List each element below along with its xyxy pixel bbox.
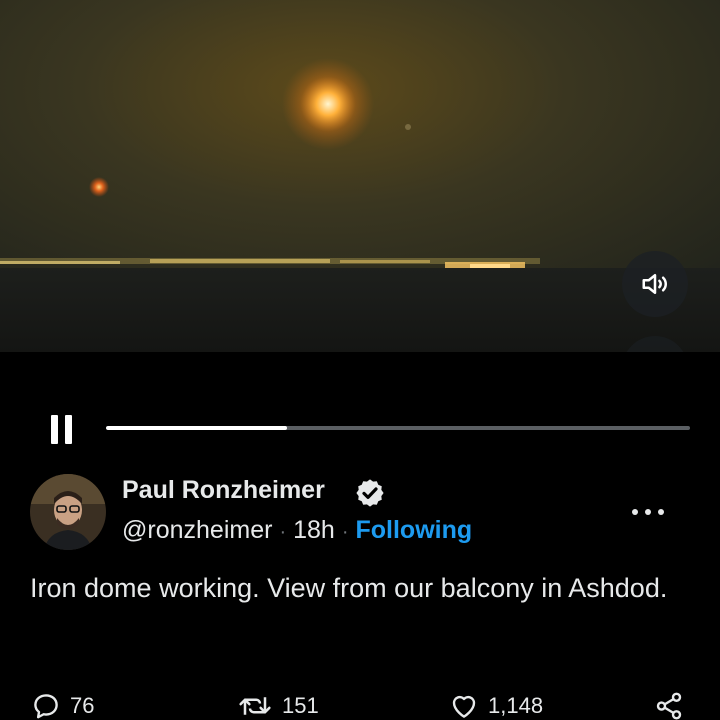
- retweet-icon: [239, 697, 271, 715]
- tweet-detail-screen: cc Paul Ronzheimer @ronzheimer · 1: [0, 0, 720, 720]
- tweet-text: Iron dome working. View from our balcony…: [30, 573, 668, 603]
- like-count: 1,148: [488, 693, 544, 718]
- distant-flare: [89, 177, 109, 197]
- speaker-icon: [642, 274, 667, 294]
- video-progress-fill: [106, 426, 288, 430]
- meta-separator: ·: [279, 521, 287, 543]
- reply-icon: [34, 694, 58, 719]
- volume-button[interactable]: [622, 251, 688, 317]
- interceptor-flare: [282, 58, 374, 150]
- video-frame: [0, 0, 720, 352]
- pause-icon: [51, 415, 58, 444]
- share-button[interactable]: [652, 690, 686, 720]
- share-icon: [656, 692, 682, 720]
- reply-button[interactable]: 76: [30, 690, 94, 720]
- reply-count: 76: [70, 693, 95, 718]
- video-progress-bar[interactable]: [106, 426, 690, 430]
- tweet-meta: @ronzheimer · 18h · Following: [122, 516, 472, 545]
- heart-icon: [452, 695, 476, 718]
- tweet-timestamp[interactable]: 18h: [293, 516, 335, 545]
- video-player[interactable]: cc: [0, 0, 720, 352]
- author-handle[interactable]: @ronzheimer: [122, 516, 272, 545]
- retweet-button[interactable]: 151: [236, 690, 319, 720]
- following-button[interactable]: Following: [356, 516, 473, 545]
- more-icon: [632, 509, 638, 515]
- pause-button[interactable]: [46, 410, 84, 448]
- retweet-count: 151: [282, 693, 319, 718]
- more-options-button[interactable]: [628, 496, 668, 528]
- author-display-name[interactable]: Paul Ronzheimer: [122, 476, 325, 505]
- verified-badge-icon[interactable]: [354, 477, 386, 509]
- like-button[interactable]: 1,148: [448, 690, 543, 720]
- meta-separator: ·: [341, 521, 349, 543]
- author-avatar[interactable]: [30, 474, 106, 550]
